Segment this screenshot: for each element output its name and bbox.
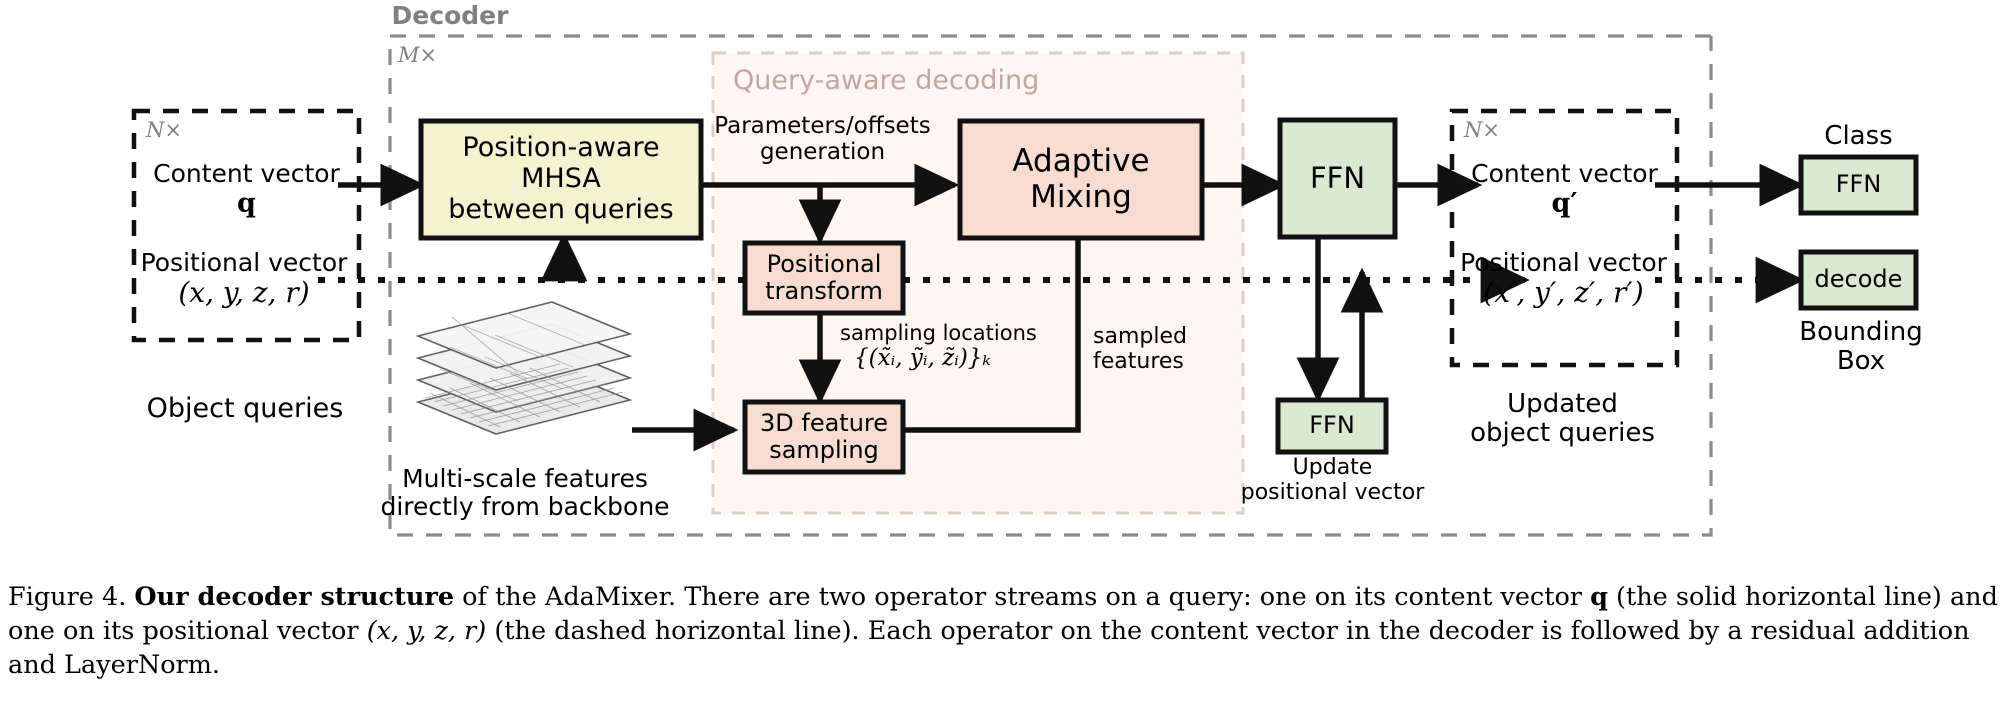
backbone-line2: directly from backbone (380, 492, 670, 521)
backbone-line1: Multi-scale features (402, 464, 648, 493)
caption-xyzr-symbol: (x, y, z, r) (366, 616, 487, 647)
block-ffn-class-rect (1798, 154, 1919, 216)
sampled-features-label: sampled features (1093, 324, 1243, 374)
updated-queries-content-symbol: q′ (1551, 188, 1578, 219)
updated-queries-positional-label: Positional vector (1460, 248, 1667, 277)
caption-q-symbol: q (1590, 582, 1608, 612)
updated-queries-positional-symbol: (x′, y′, z′, r′) (1483, 276, 1644, 309)
updated-caption-line1: Updated (1507, 389, 1618, 419)
params-offsets-line1: Parameters/offsets (714, 113, 931, 139)
block-position-aware-mhsa-rect (418, 118, 704, 241)
object-queries-content-label: Content vector (153, 159, 340, 188)
sampling-locations-line1: sampling locations (840, 321, 1037, 345)
caption-rest-a: of the AdaMixer. There are two operator … (454, 582, 1591, 612)
object-queries-repeat: N× (146, 118, 182, 142)
class-output-label: Class (1824, 121, 1893, 151)
multi-scale-feature-stack (415, 301, 633, 435)
decoder-repeat-label: M× (398, 43, 438, 67)
updated-queries-caption: Updated object queries (1425, 389, 1700, 449)
params-offsets-label: Parameters/offsets generation (700, 113, 945, 166)
object-queries-caption: Object queries (146, 393, 344, 424)
update-positional-vector-label: Update positional vector (1210, 455, 1455, 505)
updated-queries-repeat: N× (1464, 118, 1500, 142)
object-queries-content-symbol: q (237, 188, 256, 219)
update-pos-line2: positional vector (1240, 479, 1425, 505)
sampled-line2: features (1093, 348, 1184, 374)
block-decode-rect (1798, 249, 1919, 311)
sampling-locations-line2: {(x̃ᵢ, ỹᵢ, z̃ᵢ)}ₖ (854, 344, 991, 371)
object-queries-positional-symbol: (x, y, z, r) (178, 276, 310, 309)
multi-scale-features-label: Multi-scale features directly from backb… (380, 465, 670, 521)
updated-queries-content-label: Content vector (1471, 159, 1658, 188)
caption-bold: Our decoder structure (134, 582, 455, 612)
ffn-update-wiring (1296, 237, 1384, 403)
block-ffn-main-rect (1277, 117, 1398, 240)
params-offsets-line2: generation (759, 138, 886, 165)
updated-caption-line2: object queries (1470, 418, 1655, 449)
update-pos-line1: Update (1292, 455, 1373, 480)
figure-container: Decoder M× Query-aware decoding N× Conte… (0, 0, 2014, 720)
sampling-locations-label: sampling locations {(x̃ᵢ, ỹᵢ, z̃ᵢ)}ₖ (840, 321, 1070, 371)
block-3d-feature-sampling-rect (742, 399, 906, 475)
query-aware-decoding-label: Query-aware decoding (733, 65, 1040, 96)
bounding-box-output-label: Bounding Box (1791, 317, 1931, 377)
figure-caption: Figure 4. Our decoder structure of the A… (8, 580, 2006, 682)
object-queries-positional-label: Positional vector (140, 248, 348, 277)
bbox-line2: Box (1836, 346, 1886, 377)
decoder-group-label: Decoder (391, 1, 509, 30)
block-positional-transform-rect (742, 240, 906, 316)
sampled-line1: sampled (1093, 324, 1187, 349)
block-adaptive-mixing-rect (957, 118, 1205, 241)
updated-object-queries-box (1449, 108, 1680, 368)
bbox-line1: Bounding (1799, 317, 1923, 347)
caption-prefix: Figure 4. (8, 582, 127, 612)
block-ffn-update-rect (1275, 397, 1389, 455)
